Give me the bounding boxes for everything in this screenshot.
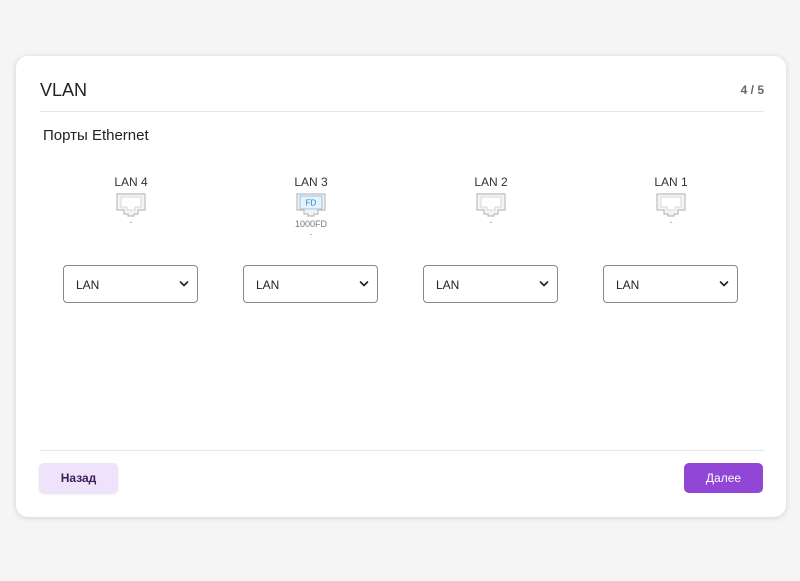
port-lan-4: LAN 4 - <box>63 175 199 227</box>
port-mode-select-lan-3[interactable]: LAN <box>243 265 378 303</box>
port-status: - <box>129 217 133 227</box>
section-title: Порты Ethernet <box>43 127 149 144</box>
chevron-down-icon <box>179 281 189 287</box>
port-mode-select-lan-1[interactable]: LAN <box>603 265 738 303</box>
step-indicator: 4 / 5 <box>740 83 764 97</box>
select-value: LAN <box>616 278 640 292</box>
chevron-down-icon <box>359 281 369 287</box>
port-speed: 1000FD <box>294 219 328 229</box>
port-status: - <box>309 229 313 239</box>
ethernet-port-icon <box>116 193 146 217</box>
page-title: VLAN <box>40 80 88 100</box>
port-name: LAN 1 <box>654 175 688 189</box>
port-mode-select-lan-4[interactable]: LAN <box>63 265 198 303</box>
select-value: LAN <box>256 278 280 292</box>
port-lan-2: LAN 2 - <box>423 175 559 227</box>
select-value: LAN <box>436 278 460 292</box>
port-name: LAN 2 <box>474 175 508 189</box>
port-status: - <box>489 217 493 227</box>
next-button[interactable]: Далее <box>684 463 763 493</box>
vlan-card: VLAN 4 / 5 Порты Ethernet LAN 4 - LAN 3 … <box>16 56 786 517</box>
port-lan-3: LAN 3 FD 1000FD - <box>243 175 379 239</box>
port-name: LAN 3 <box>294 175 328 189</box>
port-mode-select-lan-2[interactable]: LAN <box>423 265 558 303</box>
chevron-down-icon <box>539 281 549 287</box>
ethernet-port-active-icon: FD <box>296 193 326 217</box>
port-lan-1: LAN 1 - <box>603 175 739 227</box>
footer-divider <box>40 450 764 451</box>
back-button[interactable]: Назад <box>39 463 118 493</box>
port-name: LAN 4 <box>114 175 148 189</box>
ethernet-port-icon <box>656 193 686 217</box>
ethernet-port-icon <box>476 193 506 217</box>
port-status: - <box>669 217 673 227</box>
port-duplex-badge: FD <box>306 199 317 208</box>
card-header: VLAN 4 / 5 <box>40 56 764 112</box>
chevron-down-icon <box>719 281 729 287</box>
select-value: LAN <box>76 278 100 292</box>
